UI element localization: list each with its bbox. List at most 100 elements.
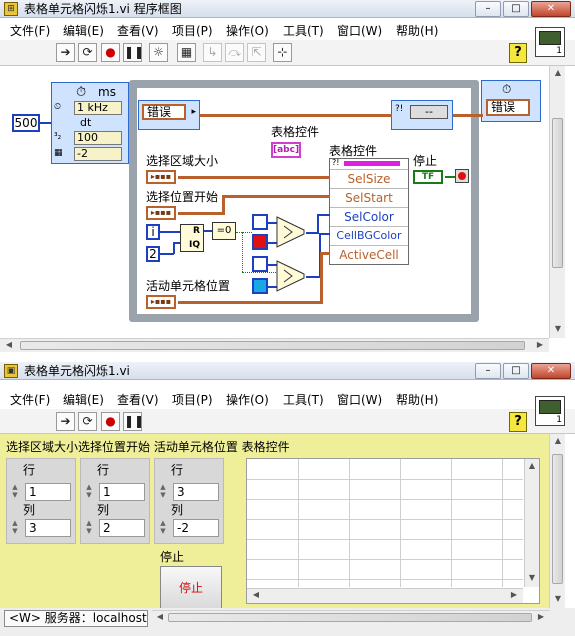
table-control[interactable]: ▲ ▼ ◀ ▶ [246,458,540,604]
minimize-button[interactable]: – [475,1,501,17]
loop-index-terminal: i [146,224,160,240]
maximize-button[interactable]: □ [503,363,529,379]
help-icon[interactable]: ? [509,43,527,63]
maximize-button[interactable]: □ [503,1,529,17]
vi-icon[interactable]: 1 [535,27,565,57]
abort-icon[interactable]: ● [101,43,120,62]
run-continuous-icon[interactable]: ⟳ [78,43,97,62]
equal-zero-node[interactable]: =0 [212,222,236,240]
table-horizontal-scrollbar[interactable]: ◀ ▶ [247,588,523,603]
col-input[interactable]: 3 [25,519,71,537]
help-icon[interactable]: ? [509,412,527,432]
property-node[interactable]: ?! SelSize SelStart SelColor CellBGColor… [329,158,409,265]
menu-operate[interactable]: 操作(O) [226,22,269,39]
close-button[interactable]: ✕ [531,363,571,379]
vi-icon[interactable]: 1 [535,396,565,426]
pause-icon[interactable]: ❚❚ [123,43,144,62]
sel-start-terminal[interactable]: ▸▪▪▪ [146,206,176,220]
sel-size-cluster[interactable]: 行 ▲ ▼ 1 列 ▲ ▼ 3 [6,458,76,544]
panel-horizontal-scrollbar[interactable]: ◀ ▶ [152,610,550,624]
menu-help[interactable]: 帮助(H) [396,22,438,39]
step-over-icon[interactable]: ⤼ [225,43,244,62]
step-into-icon[interactable]: ↳ [203,43,222,62]
period-input-constant[interactable]: 500 [12,114,40,132]
retain-wire-icon[interactable]: ▦ [177,43,196,62]
loop-config-node[interactable]: ⏱ ms ⏲ 1 kHz dt ³₂ 100 ▦ -2 [51,82,129,164]
sel-size-label: 选择区域大小 [146,154,219,168]
highlight-bulb-icon[interactable]: ☼ [149,43,168,62]
error-out-node[interactable]: ⏱ 错误 [481,80,541,122]
priority-icon: ³₂ [54,132,62,142]
panel-toolbar: ➔ ⟳ ● ❚❚ [0,409,575,434]
row-input[interactable]: 1 [25,483,71,501]
select-function-2[interactable] [276,260,306,292]
minimize-button[interactable]: – [475,363,501,379]
menu-operate[interactable]: 操作(O) [226,391,269,408]
table-vertical-scrollbar[interactable]: ▲ ▼ [524,459,539,587]
stop-button[interactable]: 停止 [160,566,222,610]
menu-view[interactable]: 查看(V) [117,22,159,39]
menu-file[interactable]: 文件(F) [10,22,50,39]
status-bar: <W> 服务器：localhost ◀ ▶ [0,608,575,636]
error-in-node[interactable]: 错误 ▸ [138,100,200,130]
table-control-label: 表格控件 [271,125,320,139]
prop-selsize[interactable]: SelSize [330,169,408,188]
row-input[interactable]: 1 [99,483,145,501]
spin-icon[interactable]: ▲ ▼ [84,483,94,501]
menu-window[interactable]: 窗口(W) [337,22,382,39]
sel-start-cluster[interactable]: 行 ▲ ▼ 1 列 ▲ ▼ 2 [80,458,150,544]
red-color-const[interactable] [252,234,268,250]
menu-help[interactable]: 帮助(H) [396,391,438,408]
step-out-icon[interactable]: ⇱ [247,43,266,62]
const-two[interactable]: 2 [146,246,160,262]
menu-tools[interactable]: 工具(T) [283,22,324,39]
diagram-horizontal-scrollbar[interactable]: ◀ ▶ [0,338,549,352]
block-diagram[interactable]: 500 ⏱ ms ⏲ 1 kHz dt ³₂ 100 ▦ -2 错误 ▸ ?! … [0,66,549,338]
clean-diagram-icon[interactable]: ⊹ [273,43,292,62]
prop-cellbgcolor[interactable]: CellBGColor [330,226,408,245]
error-in-label: 错误 [142,104,186,120]
active-cell-terminal[interactable]: ▸▪▪▪ [146,295,176,309]
spin-icon[interactable]: ▲ ▼ [158,519,168,537]
prop-activecell[interactable]: ActiveCell [330,245,408,264]
menu-project[interactable]: 项目(P) [172,22,213,39]
col-input[interactable]: -2 [173,519,219,537]
cyan-color-const[interactable] [252,278,268,294]
diagram-menubar: 文件(F) 编辑(E) 查看(V) 项目(P) 操作(O) 工具(T) 窗口(W… [0,19,575,39]
menu-edit[interactable]: 编辑(E) [63,22,104,39]
prop-selstart[interactable]: SelStart [330,188,408,207]
prop-selcolor[interactable]: SelColor [330,207,408,226]
front-panel[interactable]: 选择区域大小选择位置开始 活动单元格位置 表格控件 行 ▲ ▼ 1 列 ▲ ▼ 3 … [0,434,549,610]
panel-vertical-scrollbar[interactable]: ▲ ▼ [549,434,565,608]
table-grid[interactable] [247,459,523,587]
table-control-terminal[interactable]: [abc] [271,142,301,158]
stop-terminal[interactable]: TF [413,170,443,184]
spin-icon[interactable]: ▲ ▼ [10,483,20,501]
pause-icon[interactable]: ❚❚ [123,412,144,431]
stop-label: 停止 [413,154,438,168]
menu-window[interactable]: 窗口(W) [337,391,382,408]
spin-icon[interactable]: ▲ ▼ [10,519,20,537]
diagram-vertical-scrollbar[interactable]: ▲ ▼ [549,66,565,338]
menu-project[interactable]: 项目(P) [172,391,213,408]
run-continuous-icon[interactable]: ⟳ [78,412,97,431]
select-function-1[interactable] [276,216,306,248]
quotient-remainder-node[interactable]: R IQ [180,224,204,252]
menu-view[interactable]: 查看(V) [117,391,159,408]
menu-tools[interactable]: 工具(T) [283,391,324,408]
row-input[interactable]: 3 [173,483,219,501]
sel-size-terminal[interactable]: ▸▪▪▪ [146,170,176,184]
active-cell-cluster[interactable]: 行 ▲ ▼ 3 列 ▲ ▼ -2 [154,458,224,544]
close-button[interactable]: ✕ [531,1,571,17]
menu-edit[interactable]: 编辑(E) [63,391,104,408]
abort-icon[interactable]: ● [101,412,120,431]
run-arrow-icon[interactable]: ➔ [56,412,75,431]
blue-color-const-2[interactable] [252,256,268,272]
run-arrow-icon[interactable]: ➔ [56,43,75,62]
error-tunnel-node[interactable]: ?! -- [391,100,453,130]
col-input[interactable]: 2 [99,519,145,537]
blue-color-const-1[interactable] [252,214,268,230]
spin-icon[interactable]: ▲ ▼ [84,519,94,537]
spin-icon[interactable]: ▲ ▼ [158,483,168,501]
menu-file[interactable]: 文件(F) [10,391,50,408]
